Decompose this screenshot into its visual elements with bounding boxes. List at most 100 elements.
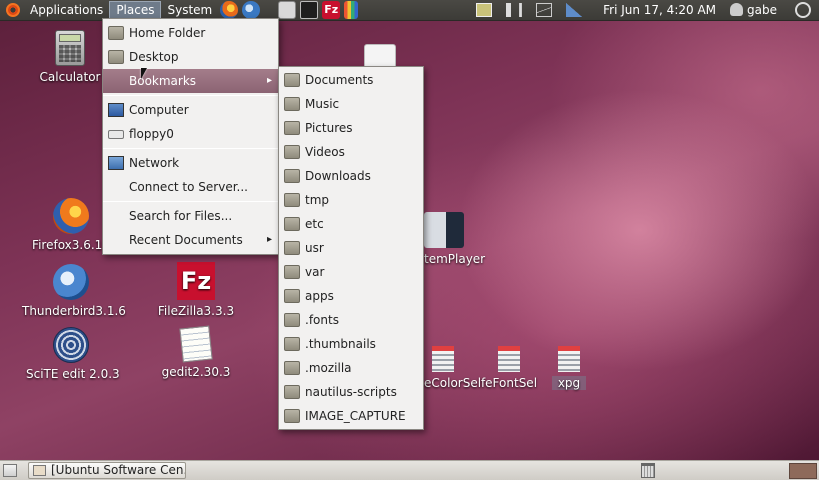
places-dropdown: Home Folder Desktop Bookmarks ▸ Computer… (102, 18, 279, 255)
menu-separator (103, 95, 278, 96)
places-search-for-files[interactable]: Search for Files... (103, 204, 278, 228)
power-icon[interactable] (795, 2, 811, 18)
pencils-icon[interactable] (344, 1, 359, 19)
user-menu[interactable]: gabe (730, 3, 777, 17)
filezilla-icon: Fz (177, 262, 215, 300)
mail-icon[interactable] (536, 3, 553, 17)
bookmark-item[interactable]: var (279, 260, 423, 284)
spring-icon (432, 346, 454, 372)
desktop-icon-systemplayer[interactable]: temPlayer (424, 212, 486, 266)
places-desktop[interactable]: Desktop (103, 45, 278, 69)
desktop-icon-fefontsel[interactable]: feFontSel (478, 346, 540, 390)
folder-icon (284, 385, 300, 399)
folder-icon (284, 217, 300, 231)
places-connect-to-server[interactable]: Connect to Server... (103, 175, 278, 199)
folder-icon (284, 121, 300, 135)
desktop-icon-label: feFontSel (480, 376, 538, 390)
menu-item-label: .mozilla (305, 361, 352, 375)
bookmark-item[interactable]: Downloads (279, 164, 423, 188)
desktop-icon-scite[interactable]: SciTE edit 2.0.3 (26, 327, 120, 381)
folder-icon (284, 361, 300, 375)
signal-icon[interactable] (566, 3, 583, 17)
bookmark-item[interactable]: etc (279, 212, 423, 236)
media-player-icon (424, 212, 464, 248)
mouse-cursor-icon (141, 68, 147, 79)
filezilla-icon[interactable]: Fz (322, 1, 341, 19)
ubuntu-logo-icon[interactable] (6, 3, 20, 17)
menu-item-label: nautilus-scripts (305, 385, 397, 399)
bookmark-item[interactable]: tmp (279, 188, 423, 212)
places-floppy0[interactable]: floppy0 (103, 122, 278, 146)
menu-item-label: .fonts (305, 313, 339, 327)
gedit-icon (179, 325, 213, 363)
bookmark-item[interactable]: .fonts (279, 308, 423, 332)
bookmark-item[interactable]: Pictures (279, 116, 423, 140)
menu-item-label: Search for Files... (129, 209, 233, 223)
desktop-icon-calculator[interactable]: Calculator (38, 30, 102, 84)
clock[interactable]: Fri Jun 17, 4:20 AM (603, 3, 716, 17)
menu-item-label: apps (305, 289, 334, 303)
terminal-icon[interactable] (300, 1, 319, 19)
menu-item-label: Documents (305, 73, 374, 87)
chevron-right-icon: ▸ (266, 75, 272, 86)
desktop-icon-label: Calculator (39, 70, 101, 84)
folder-icon (284, 289, 300, 303)
workspace-switcher[interactable] (789, 462, 817, 479)
folder-icon (284, 97, 300, 111)
places-network[interactable]: Network (103, 151, 278, 175)
bookmark-item[interactable]: IMAGE_CAPTURE (279, 404, 423, 428)
thunderbird-icon[interactable] (242, 1, 261, 19)
applications-menu[interactable]: Applications (24, 0, 109, 21)
taskbar-button-ubuntu-software-center[interactable]: [Ubuntu Software Cen... (28, 462, 186, 479)
desktop-icon-filezilla[interactable]: Fz FileZilla3.3.3 (156, 262, 236, 318)
menu-item-label: Music (305, 97, 340, 111)
folder-icon (284, 313, 300, 327)
folder-icon (284, 337, 300, 351)
places-bookmarks[interactable]: Bookmarks ▸ (103, 69, 278, 93)
bookmarks-submenu: Documents Music Pictures Videos Downloads tmp… (278, 66, 424, 430)
floppy-icon (108, 130, 124, 139)
menu-item-label: Home Folder (129, 26, 206, 40)
menu-item-label: Videos (305, 145, 345, 159)
trash-icon[interactable] (641, 463, 655, 478)
show-desktop-icon[interactable] (3, 464, 17, 477)
home-folder-icon (108, 26, 124, 40)
user-icon (730, 3, 744, 16)
bookmark-item[interactable]: Music (279, 92, 423, 116)
desktop-icon-label: Thunderbird3.1.6 (22, 304, 126, 318)
folder-icon (284, 169, 300, 183)
desktop-icon-label: xpg (552, 376, 586, 390)
network-icon (108, 156, 124, 170)
places-recent-documents[interactable]: Recent Documents ▸ (103, 228, 278, 252)
desktop-icon-label: SciTE edit 2.0.3 (26, 367, 120, 381)
computer-icon (108, 103, 124, 117)
menu-item-label: var (305, 265, 325, 279)
menu-item-label: IMAGE_CAPTURE (305, 409, 406, 423)
bookmark-item[interactable]: .mozilla (279, 356, 423, 380)
bookmark-item[interactable]: .thumbnails (279, 332, 423, 356)
bottom-panel: [Ubuntu Software Cen... (0, 460, 819, 480)
spring-icon (558, 346, 580, 372)
places-home-folder[interactable]: Home Folder (103, 21, 278, 45)
menu-item-label: Desktop (129, 50, 179, 64)
display-icon[interactable] (476, 3, 493, 17)
desktop-icon-gedit[interactable]: gedit2.30.3 (158, 325, 234, 379)
screenshot-icon[interactable] (278, 1, 297, 19)
desktop-icon-label: FileZilla3.3.3 (157, 304, 235, 318)
bookmark-item[interactable]: apps (279, 284, 423, 308)
bookmark-item[interactable]: usr (279, 236, 423, 260)
desktop-icon-thunderbird[interactable]: Thunderbird3.1.6 (22, 264, 126, 318)
desktop-icon-fecolorsel[interactable]: eColorSel (424, 346, 481, 390)
places-computer[interactable]: Computer (103, 98, 278, 122)
desktop-icon-label: gedit2.30.3 (161, 365, 231, 379)
bookmark-item[interactable]: nautilus-scripts (279, 380, 423, 404)
folder-icon (284, 73, 300, 87)
scite-icon (53, 327, 89, 363)
firefox-icon (53, 198, 89, 234)
menu-item-label: usr (305, 241, 324, 255)
firefox-icon[interactable] (220, 1, 239, 19)
desktop-icon-xpg[interactable]: xpg (552, 346, 586, 390)
bookmark-item[interactable]: Videos (279, 140, 423, 164)
bookmark-item[interactable]: Documents (279, 68, 423, 92)
volume-icon[interactable] (506, 3, 523, 17)
